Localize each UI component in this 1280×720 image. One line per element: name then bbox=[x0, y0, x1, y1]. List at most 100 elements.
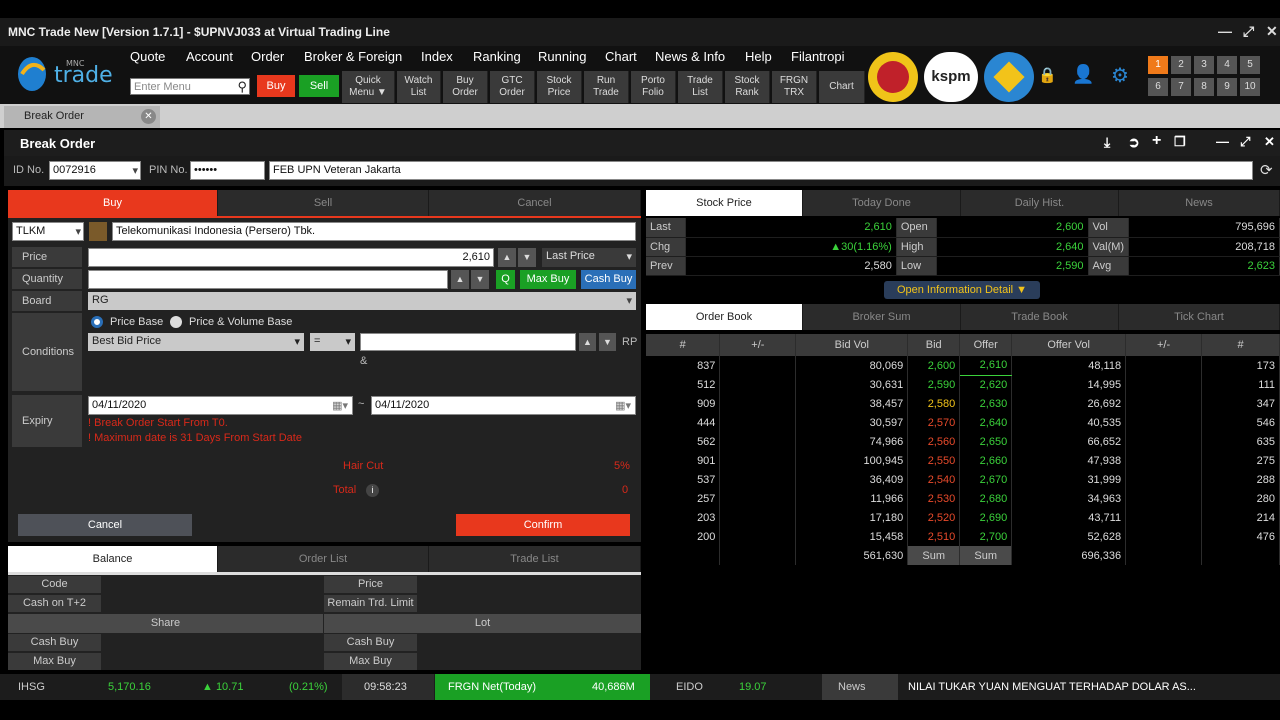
order-book-row[interactable]: 200 15,458 2,510 2,700 52,628 476 bbox=[646, 527, 1280, 546]
toolbar-porto-folio[interactable]: Porto Folio bbox=[631, 71, 676, 103]
info-icon[interactable]: i bbox=[366, 484, 379, 497]
order-book-row[interactable]: 909 38,457 2,580 2,630 26,692 347 bbox=[646, 394, 1280, 413]
expiry-from-input[interactable]: 04/11/2020 ▦▾ bbox=[88, 396, 353, 415]
tab-tick-chart[interactable]: Tick Chart bbox=[1119, 304, 1280, 330]
close-panel-icon[interactable]: ✕ bbox=[1264, 134, 1275, 150]
maximize-panel-icon[interactable]: ⤢ bbox=[1240, 134, 1250, 150]
stock-code-select[interactable]: TLKM ▾ bbox=[12, 222, 84, 241]
enter-menu-input[interactable]: Enter Menu ⚲ bbox=[130, 78, 250, 95]
restore-icon[interactable]: ❐ bbox=[1174, 134, 1186, 150]
order-book-row[interactable]: 203 17,180 2,520 2,690 43,711 214 bbox=[646, 508, 1280, 527]
condition-price-input[interactable] bbox=[360, 333, 576, 351]
gear-icon[interactable]: ⚙ bbox=[1111, 63, 1129, 88]
tab-today-done[interactable]: Today Done bbox=[803, 190, 961, 216]
tab-news[interactable]: News bbox=[1119, 190, 1280, 216]
layout-button-6[interactable]: 6 bbox=[1148, 78, 1168, 96]
cash-buy-button[interactable]: Cash Buy bbox=[581, 270, 636, 289]
close-tab-icon[interactable]: ✕ bbox=[141, 109, 156, 124]
toolbar-chart[interactable]: Chart bbox=[819, 71, 865, 103]
order-book-row[interactable]: 512 30,631 2,590 2,620 14,995 111 bbox=[646, 375, 1280, 394]
toolbar-stock-price[interactable]: Stock Price bbox=[537, 71, 582, 103]
cond-up-icon[interactable]: ▲ bbox=[579, 333, 596, 351]
tab-sell[interactable]: Sell bbox=[218, 190, 429, 216]
menu-help[interactable]: Help bbox=[745, 49, 772, 64]
menu-broker-foreign[interactable]: Broker & Foreign bbox=[304, 49, 402, 64]
radio-price-base[interactable] bbox=[91, 316, 103, 328]
menu-ranking[interactable]: Ranking bbox=[473, 49, 521, 64]
qty-up-icon[interactable]: ▲ bbox=[451, 270, 469, 289]
toolbar-quick-menu[interactable]: Quick Menu ▼ bbox=[342, 71, 395, 103]
radio-price-volume[interactable] bbox=[170, 316, 182, 328]
menu-order[interactable]: Order bbox=[251, 49, 284, 64]
layout-button-2[interactable]: 2 bbox=[1171, 56, 1191, 74]
tab-broker-sum[interactable]: Broker Sum bbox=[803, 304, 961, 330]
tab-buy[interactable]: Buy bbox=[8, 190, 218, 216]
layout-button-7[interactable]: 7 bbox=[1171, 78, 1191, 96]
quantity-input[interactable] bbox=[88, 270, 448, 289]
news-ticker[interactable]: NILAI TUKAR YUAN MENGUAT TERHADAP DOLAR … bbox=[908, 681, 1196, 693]
maximize-icon[interactable]: ⤢ bbox=[1243, 23, 1254, 40]
toolbar-buy-order[interactable]: Buy Order bbox=[443, 71, 488, 103]
toolbar-trade-list[interactable]: Trade List bbox=[678, 71, 723, 103]
confirm-button[interactable]: Confirm bbox=[456, 514, 630, 536]
order-book-row[interactable]: 257 11,966 2,530 2,680 34,963 280 bbox=[646, 489, 1280, 508]
price-up-icon[interactable]: ▲ bbox=[498, 248, 516, 267]
menu-news-info[interactable]: News & Info bbox=[655, 49, 725, 64]
tab-order-list[interactable]: Order List bbox=[218, 546, 429, 572]
qty-down-icon[interactable]: ▼ bbox=[471, 270, 489, 289]
open-information-detail-button[interactable]: Open Information Detail ▼ bbox=[884, 281, 1040, 299]
toolbar-run-trade[interactable]: Run Trade bbox=[584, 71, 629, 103]
tab-trade-book[interactable]: Trade Book bbox=[961, 304, 1119, 330]
layout-button-5[interactable]: 5 bbox=[1240, 56, 1260, 74]
toolbar-stock-rank[interactable]: Stock Rank bbox=[725, 71, 770, 103]
tab-stock-price[interactable]: Stock Price bbox=[646, 190, 803, 216]
tab-order-book[interactable]: Order Book bbox=[646, 304, 803, 330]
layout-button-3[interactable]: 3 bbox=[1194, 56, 1214, 74]
order-book-row[interactable]: 837 80,069 2,600 2,610 48,118 173 bbox=[646, 356, 1280, 376]
minimize-icon[interactable]: — bbox=[1218, 23, 1232, 39]
menu-running[interactable]: Running bbox=[538, 49, 586, 64]
minimize-panel-icon[interactable]: — bbox=[1216, 134, 1229, 149]
calendar-icon[interactable]: ▦▾ bbox=[615, 399, 631, 412]
tab-break-order[interactable]: Break Order ✕ bbox=[4, 106, 160, 128]
order-book-row[interactable]: 901 100,945 2,550 2,660 47,938 275 bbox=[646, 451, 1280, 470]
menu-account[interactable]: Account bbox=[186, 49, 233, 64]
menu-chart[interactable]: Chart bbox=[605, 49, 637, 64]
menu-filantropi[interactable]: Filantropi bbox=[791, 49, 844, 64]
download-icon[interactable]: ⤓ bbox=[1104, 134, 1110, 151]
tab-cancel[interactable]: Cancel bbox=[429, 190, 641, 216]
operator-select[interactable]: = ▾ bbox=[310, 333, 355, 351]
price-type-select[interactable]: Last Price ▾ bbox=[542, 248, 636, 267]
id-select[interactable]: 0072916 ▾ bbox=[49, 161, 141, 180]
calendar-icon[interactable]: ▦▾ bbox=[332, 399, 348, 412]
lock-icon[interactable]: 🔒 bbox=[1038, 66, 1057, 84]
price-down-icon[interactable]: ▼ bbox=[518, 248, 536, 267]
layout-button-4[interactable]: 4 bbox=[1217, 56, 1237, 74]
sell-button[interactable]: Sell bbox=[299, 75, 339, 97]
condition-select[interactable]: Best Bid Price ▾ bbox=[88, 333, 304, 351]
order-book-row[interactable]: 562 74,966 2,560 2,650 66,652 635 bbox=[646, 432, 1280, 451]
toolbar-watch-list[interactable]: Watch List bbox=[397, 71, 441, 103]
user-icon[interactable]: 👤 bbox=[1072, 64, 1094, 85]
detach-icon[interactable]: ➲ bbox=[1128, 134, 1140, 151]
toolbar-frgn-trx[interactable]: FRGN TRX bbox=[772, 71, 817, 103]
order-book-row[interactable]: 537 36,409 2,540 2,670 31,999 288 bbox=[646, 470, 1280, 489]
refresh-icon[interactable]: ⟳ bbox=[1260, 161, 1273, 179]
max-buy-button[interactable]: Max Buy bbox=[520, 270, 576, 289]
tab-daily-hist[interactable]: Daily Hist. bbox=[961, 190, 1119, 216]
tab-trade-list[interactable]: Trade List bbox=[429, 546, 641, 572]
layout-button-10[interactable]: 10 bbox=[1240, 78, 1260, 96]
add-icon[interactable]: + bbox=[1152, 132, 1161, 150]
buy-button[interactable]: Buy bbox=[257, 75, 295, 97]
search-icon[interactable]: ⚲ bbox=[237, 79, 247, 95]
menu-index[interactable]: Index bbox=[421, 49, 453, 64]
menu-quote[interactable]: Quote bbox=[130, 49, 165, 64]
price-input[interactable]: 2,610 bbox=[88, 248, 494, 267]
cond-down-icon[interactable]: ▼ bbox=[599, 333, 616, 351]
order-book-row[interactable]: 444 30,597 2,570 2,640 40,535 546 bbox=[646, 413, 1280, 432]
q-button[interactable]: Q bbox=[496, 270, 515, 289]
tab-balance[interactable]: Balance bbox=[8, 546, 218, 572]
layout-button-8[interactable]: 8 bbox=[1194, 78, 1214, 96]
cancel-button[interactable]: Cancel bbox=[18, 514, 192, 536]
board-select[interactable]: RG ▾ bbox=[88, 292, 636, 310]
